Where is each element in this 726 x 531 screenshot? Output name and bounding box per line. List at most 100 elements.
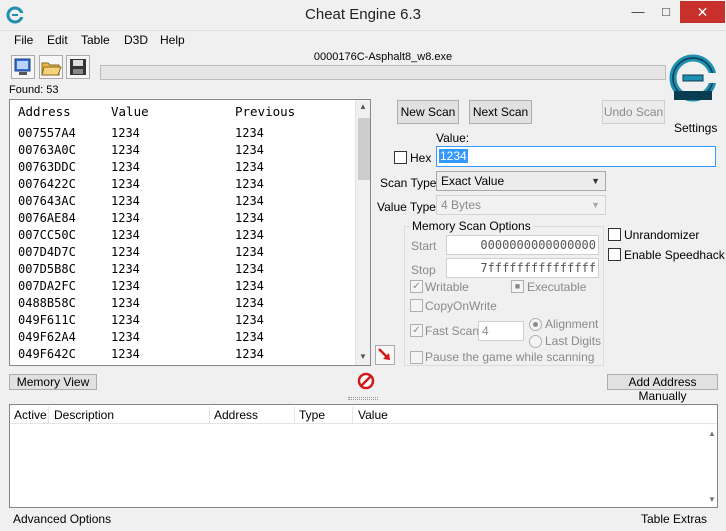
scroll-down-icon[interactable]: ▼ [359,352,367,361]
scroll-down-icon[interactable]: ▼ [708,495,716,504]
result-row[interactable]: 007D4D7C 1234 1234 [18,244,358,261]
clear-button[interactable] [357,372,375,390]
start-address-field[interactable]: 0000000000000000 [446,235,599,255]
fast-scan-field[interactable]: 4 [478,321,524,341]
result-row[interactable]: 007643AC 1234 1234 [18,193,358,210]
save-button[interactable] [66,55,90,79]
result-row[interactable]: 0076AE84 1234 1234 [18,210,358,227]
pause-game-checkbox[interactable] [410,351,423,364]
hex-checkbox[interactable] [394,151,407,164]
column-type[interactable]: Type [299,408,325,422]
open-process-button[interactable] [11,55,35,79]
address-list[interactable]: Active Description Address Type Value ▲ … [9,404,718,508]
copyonwrite-checkbox[interactable] [410,299,423,312]
minimize-button[interactable]: — [624,1,652,23]
scroll-up-icon[interactable]: ▲ [708,429,716,438]
alignment-radio[interactable] [529,318,542,331]
menu-table[interactable]: Table [81,33,110,47]
result-address: 0076AE84 [18,211,76,225]
scroll-up-icon[interactable]: ▲ [359,102,367,111]
copyonwrite-label: CopyOnWrite [425,299,497,313]
settings-button[interactable]: Settings [668,53,718,135]
result-row[interactable]: 007D5B8C 1234 1234 [18,261,358,278]
scrollbar-thumb[interactable] [358,118,370,180]
result-previous: 1234 [235,347,264,361]
title-bar: Cheat Engine 6.3 — □ ✕ [0,0,726,31]
result-row[interactable]: 007CC50C 1234 1234 [18,227,358,244]
clear-icon [357,372,375,390]
next-scan-button[interactable]: Next Scan [469,100,532,124]
result-value: 1234 [111,296,140,310]
result-value: 1234 [111,228,140,242]
unrandomizer-checkbox[interactable] [608,228,621,241]
fast-scan-checkbox[interactable]: ✓ [410,324,423,337]
value-input[interactable]: 1234 [436,146,716,167]
last-digits-radio[interactable] [529,335,542,348]
advanced-options-button[interactable]: Advanced Options [13,512,111,526]
result-row[interactable]: 049F611C 1234 1234 [18,312,358,329]
menu-file[interactable]: File [14,33,33,47]
column-address[interactable]: Address [18,104,71,119]
scan-progress-bar [100,65,666,80]
results-list[interactable]: Address Value Previous 007557A4 1234 1234 0… [9,99,371,366]
menu-help[interactable]: Help [160,33,185,47]
column-value[interactable]: Value [358,408,388,422]
result-row[interactable]: 007557A4 1234 1234 [18,125,358,142]
result-address: 049F611C [18,313,76,327]
start-label: Start [411,239,437,253]
value-type-value: 4 Bytes [441,198,482,212]
value-type-select[interactable]: 4 Bytes ▼ [436,195,606,215]
result-address: 00763DDC [18,160,76,174]
address-list-header: Active Description Address Type Value [10,405,717,424]
value-input-text: 1234 [439,149,468,163]
result-row[interactable]: 007DA2FC 1234 1234 [18,278,358,295]
open-file-button[interactable] [39,55,63,79]
address-list-scrollbar[interactable]: ▲ ▼ [708,425,718,508]
add-to-address-list-button[interactable] [375,345,395,365]
result-row[interactable]: 049F642C 1234 1234 [18,346,358,363]
result-row[interactable]: 049F62A4 1234 1234 [18,329,358,346]
memory-view-button[interactable]: Memory View [9,374,97,390]
column-previous[interactable]: Previous [235,104,295,119]
settings-label: Settings [674,121,718,135]
table-extras-button[interactable]: Table Extras [641,512,707,526]
scan-type-label: Scan Type [380,176,437,190]
result-row[interactable]: 00763A0C 1234 1234 [18,142,358,159]
writable-checkbox[interactable]: ✓ [410,280,423,293]
results-scrollbar[interactable]: ▲ ▼ [355,100,370,365]
alignment-label: Alignment [545,317,599,331]
executable-checkbox[interactable]: ■ [511,280,524,293]
maximize-button[interactable]: □ [652,1,680,23]
result-row[interactable]: 0488B58C 1234 1234 [18,295,358,312]
result-row[interactable]: 00763DDC 1234 1234 [18,159,358,176]
close-button[interactable]: ✕ [680,1,725,23]
result-address: 0076422C [18,177,76,191]
stop-address-field[interactable]: 7fffffffffffffff [446,258,599,278]
scan-type-select[interactable]: Exact Value ▼ [436,171,606,191]
undo-scan-button[interactable]: Undo Scan [602,100,665,124]
result-previous: 1234 [235,296,264,310]
result-previous: 1234 [235,194,264,208]
result-value: 1234 [111,313,140,327]
stop-label: Stop [411,263,436,277]
cheat-engine-logo-icon [669,54,718,102]
unrandomizer-label: Unrandomizer [624,228,700,242]
result-value: 1234 [111,126,140,140]
column-address[interactable]: Address [214,408,258,422]
splitter-handle[interactable] [348,397,378,400]
result-address: 049F62A4 [18,330,76,344]
result-value: 1234 [111,262,140,276]
result-address: 007DA2FC [18,279,76,293]
add-address-manually-button[interactable]: Add Address Manually [607,374,718,403]
enable-speedhack-checkbox[interactable] [608,248,621,261]
new-scan-button[interactable]: New Scan [397,100,459,124]
column-divider [209,407,210,423]
column-value[interactable]: Value [111,104,149,119]
column-active[interactable]: Active [14,408,47,422]
pause-game-label: Pause the game while scanning [425,350,595,364]
menu-edit[interactable]: Edit [47,33,68,47]
enable-speedhack-label: Enable Speedhack [624,248,725,262]
result-row[interactable]: 0076422C 1234 1234 [18,176,358,193]
menu-d3d[interactable]: D3D [124,33,148,47]
column-description[interactable]: Description [54,408,114,422]
